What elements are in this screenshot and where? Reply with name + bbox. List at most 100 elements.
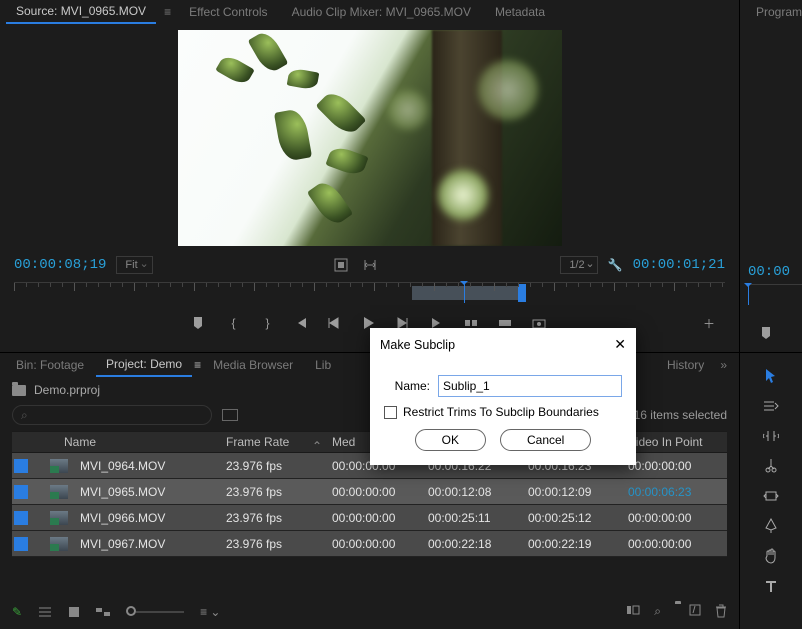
cancel-button[interactable]: Cancel [500,429,591,451]
project-name-label: Demo.prproj [34,383,100,397]
mark-out-button[interactable]: } [260,316,276,330]
button-editor-icon[interactable]: ＋ [701,315,717,332]
cell-name: MVI_0965.MOV [76,485,226,499]
make-subclip-dialog: Make Subclip ✕ Name: Restrict Trims To S… [370,328,636,465]
delete-icon[interactable] [715,604,727,619]
clip-icon [50,459,68,473]
tab-metadata[interactable]: Metadata [485,1,555,23]
cell-me: 00:00:12:08 [428,485,528,499]
restrict-trims-checkbox[interactable] [384,406,397,419]
program-timecode[interactable]: 00:00 [748,264,790,280]
go-to-in-button[interactable] [294,317,310,329]
tab-audio-mixer[interactable]: Audio Clip Mixer: MVI_0965.MOV [282,1,481,23]
sort-menu-icon[interactable]: ≡ ⌄ [200,605,220,619]
tab-project[interactable]: Project: Demo [96,353,192,377]
resolution-select[interactable]: 1/2 [560,256,597,274]
clip-icon [50,511,68,525]
ripple-edit-tool[interactable] [740,421,802,451]
timecode-row: 00:00:08;19 Fit 1/2 🔧 00:00:01;21 [0,252,739,278]
track-select-tool[interactable] [740,391,802,421]
table-row[interactable]: MVI_0966.MOV 23.976 fps 00:00:00:00 00:0… [12,505,727,531]
clip-icon [50,537,68,551]
table-row[interactable]: MVI_0967.MOV 23.976 fps 00:00:00:00 00:0… [12,531,727,557]
program-add-marker-button[interactable] [760,326,772,340]
step-back-button[interactable] [328,317,344,329]
overflow-chevron-icon[interactable]: » [714,358,733,372]
cell-md: 00:00:25:12 [528,511,628,525]
cell-ms: 00:00:00:00 [332,485,428,499]
freeform-view-icon[interactable] [96,606,110,618]
cell-name: MVI_0966.MOV [76,511,226,525]
selection-status: 16 items selected [634,408,727,422]
marker-split-icon[interactable] [362,258,378,272]
hand-tool[interactable] [740,541,802,571]
settings-icon[interactable] [334,258,348,272]
cell-vi: 00:00:00:00 [628,459,727,473]
pen-tool[interactable] [740,511,802,541]
ruler-playhead[interactable] [464,283,465,303]
close-icon[interactable]: ✕ [614,336,626,353]
out-point-handle[interactable] [518,284,526,302]
wrench-icon[interactable]: 🔧 [608,258,623,272]
selection-chip-icon [14,485,28,499]
column-name[interactable]: Name [60,435,226,449]
cell-name: MVI_0967.MOV [76,537,226,551]
tab-media-browser[interactable]: Media Browser [203,354,303,376]
list-view-icon[interactable] [38,606,52,618]
mark-in-button[interactable]: { [226,316,242,330]
automate-to-sequence-icon[interactable] [626,604,640,619]
cell-vi: 00:00:00:00 [628,511,727,525]
cell-ms: 00:00:00:00 [332,537,428,551]
tab-bin[interactable]: Bin: Footage [6,354,94,376]
panel-menu-icon[interactable]: ≡ [160,5,175,19]
ok-button[interactable]: OK [415,429,486,451]
project-list: MVI_0964.MOV 23.976 fps 00:00:00:00 00:0… [12,453,727,557]
cell-fr: 23.976 fps [226,459,332,473]
cell-ms: 00:00:00:00 [332,511,428,525]
table-row[interactable]: MVI_0965.MOV 23.976 fps 00:00:00:00 00:0… [12,479,727,505]
source-timecode-current[interactable]: 00:00:08;19 [14,257,106,273]
column-frame-rate[interactable]: Frame Rate⌃ [226,435,332,449]
project-folder-icon [12,385,26,396]
cell-vi: 00:00:00:00 [628,537,727,551]
search-input[interactable]: ⌕ [12,405,212,425]
subclip-name-input[interactable] [438,375,622,397]
tab-source[interactable]: Source: MVI_0965.MOV [6,0,156,24]
selection-tool[interactable] [740,361,802,391]
source-ruler[interactable] [14,282,725,304]
dialog-title: Make Subclip [380,338,455,352]
source-monitor[interactable] [178,30,562,246]
column-video-in[interactable]: Video In Point [628,435,727,449]
program-ruler[interactable] [746,284,802,304]
slip-tool[interactable] [740,481,802,511]
thumb-size-slider[interactable] [126,605,184,619]
cell-fr: 23.976 fps [226,511,332,525]
source-panel: Source: MVI_0965.MOV ≡ Effect Controls A… [0,0,740,352]
panel-menu-icon[interactable]: ≡ [194,358,201,372]
tools-panel [740,352,802,629]
project-footer: ✎ ≡ ⌄ ⌕ [12,604,727,619]
sort-asc-icon: ⌃ [312,439,322,453]
tab-history[interactable]: History [659,358,712,372]
razor-tool[interactable] [740,451,802,481]
cell-md: 00:00:12:09 [528,485,628,499]
tab-libraries[interactable]: Lib [305,354,341,376]
tab-effect-controls[interactable]: Effect Controls [179,1,277,23]
new-item-icon[interactable] [689,604,701,619]
zoom-fit-select[interactable]: Fit [116,256,152,274]
cell-fr: 23.976 fps [226,485,332,499]
cell-name: MVI_0964.MOV [76,459,226,473]
source-timecode-duration[interactable]: 00:00:01;21 [633,257,725,273]
writable-icon[interactable]: ✎ [12,605,22,619]
selection-chip-icon [14,459,28,473]
cell-vi: 00:00:06:23 [628,485,727,499]
name-label: Name: [384,379,430,393]
tab-program[interactable]: Program [746,1,802,23]
icon-view-icon[interactable] [68,606,80,618]
add-marker-button[interactable] [192,316,208,330]
type-tool[interactable] [740,571,802,601]
find-icon[interactable]: ⌕ [654,604,661,619]
filter-bin-icon[interactable] [222,409,238,421]
cell-md: 00:00:22:19 [528,537,628,551]
clip-icon [50,485,68,499]
